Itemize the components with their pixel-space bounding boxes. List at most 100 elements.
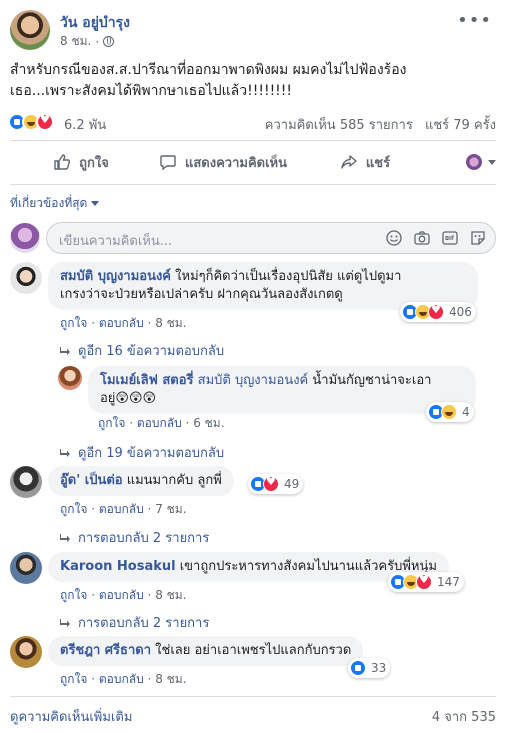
love-reaction-icon — [416, 573, 432, 590]
comment-reply-link[interactable]: ตอบกลับ — [137, 416, 182, 430]
reaction-icons[interactable] — [8, 113, 54, 131]
comment-composer[interactable]: เขียนความคิดเห็น... — [46, 222, 496, 254]
comment-time[interactable]: 6 ชม. — [193, 416, 224, 430]
comment-button[interactable]: แสดงความคิดเห็น — [152, 152, 294, 173]
emoji-icon[interactable] — [385, 229, 403, 247]
reply-arrow-icon — [60, 618, 70, 627]
view-replies-label: การตอบกลับ 2 รายการ — [78, 531, 210, 546]
thumbs-up-icon — [54, 154, 71, 170]
comment-bubble: โมเมย์เลิฟ สตอรี่ สมบัติ บุญงามอนงค์ น้ำ… — [88, 366, 476, 414]
viewer-avatar — [10, 223, 40, 253]
view-more-comments-link[interactable]: ดูความคิดเห็นเพิ่มเติม — [10, 706, 132, 727]
globe-icon — [103, 36, 115, 47]
comment-reactions-badge[interactable]: 33 — [348, 658, 391, 678]
commenter-name[interactable]: ตรีชฎา ศรีธาดา — [60, 643, 151, 658]
comments-count-link[interactable]: ความคิดเห็น 585 รายการ — [265, 118, 413, 133]
comment-time[interactable]: 8 ชม. — [155, 588, 186, 602]
comments-pager: 4 จาก 535 — [431, 710, 496, 725]
view-replies-link[interactable]: การตอบกลับ 2 รายการ — [60, 612, 209, 633]
comment-time[interactable]: 7 ชม. — [155, 502, 186, 516]
viewer-avatar — [466, 154, 482, 170]
comment-reply-link[interactable]: ตอบกลับ — [99, 316, 144, 330]
view-replies-link[interactable]: การตอบกลับ 2 รายการ — [60, 527, 209, 548]
comment-input[interactable]: เขียนความคิดเห็น... — [59, 230, 172, 251]
reply-arrow-icon — [60, 346, 70, 355]
comment-like-link[interactable]: ถูกใจ — [60, 588, 87, 602]
tagged-user[interactable]: สมบัติ บุญงามอนงค์ — [194, 373, 309, 388]
comment-filter-label: ที่เกี่ยวข้องที่สุด — [10, 196, 88, 210]
post-stats: ความคิดเห็น 585 รายการ แชร์ 79 ครั้ง — [265, 114, 496, 135]
view-replies-link[interactable]: ดูอีก 19 ข้อความตอบกลับ — [60, 442, 224, 463]
view-replies-label: ดูอีก 16 ข้อความตอบกลับ — [78, 344, 225, 359]
post-actions-bar: ถูกใจ แสดงความคิดเห็น แชร์ — [10, 146, 496, 178]
comment-filter-dropdown[interactable]: ที่เกี่ยวข้องที่สุด — [10, 194, 100, 213]
share-button-label: แชร์ — [365, 155, 391, 171]
comment-reaction-count: 4 — [462, 405, 470, 419]
comment: Karoon Hosakul เขาถูกประหารทางสังคมไปนาน… — [10, 552, 496, 608]
reply-arrow-icon — [60, 448, 70, 457]
more-dots-icon[interactable]: ••• — [457, 10, 492, 31]
comment-bubble: อู๊ด' เป็นต่อ แมนมากคับ ลูกพี่ — [48, 466, 234, 496]
sticker-icon[interactable] — [469, 229, 487, 247]
comment: ตรีชฎา ศรีธาดา ใช่เลย อย่าเอาเพชรไปแลกกั… — [10, 636, 496, 692]
comment-text: ใช่เลย อย่าเอาเพชรไปแลกกับกรวด — [151, 643, 352, 658]
comment-time[interactable]: 8 ชม. — [155, 316, 186, 330]
view-replies-label: การตอบกลับ 2 รายการ — [78, 616, 210, 631]
comment-like-link[interactable]: ถูกใจ — [60, 502, 87, 516]
comment-reactions-badge[interactable]: 147 — [388, 572, 464, 592]
profile-selector[interactable] — [436, 154, 496, 170]
like-button-label: ถูกใจ — [79, 155, 109, 171]
commenter-name[interactable]: อู๊ด' เป็นต่อ — [60, 473, 123, 488]
comment-text: เกรงว่าจะป่วยหรือเปล่าครับ ฝากคุณวันลองส… — [60, 287, 343, 302]
love-reaction-icon — [36, 113, 54, 131]
comment-time[interactable]: 8 ชม. — [155, 672, 186, 686]
commenter-avatar[interactable] — [10, 636, 42, 668]
comment-like-link[interactable]: ถูกใจ — [60, 672, 87, 686]
commenter-avatar[interactable] — [10, 552, 42, 584]
commenter-name[interactable]: Karoon Hosakul — [60, 559, 176, 574]
comment-reactions-badge[interactable]: 4 — [426, 402, 474, 422]
comment-reactions-badge[interactable]: 406 — [400, 302, 476, 322]
comment-bubble: ตรีชฎา ศรีธาดา ใช่เลย อย่าเอาเพชรไปแลกกั… — [48, 636, 364, 666]
composer-tools — [385, 229, 487, 247]
comment-reply-link[interactable]: ตอบกลับ — [99, 588, 144, 602]
reply-comment: โมเมย์เลิฟ สตอรี่ สมบัติ บุญงามอนงค์ น้ำ… — [58, 366, 496, 436]
comment-text: น้ำมันกัญชาน่าจะเอา — [308, 373, 432, 388]
comment-button-label: แสดงความคิดเห็น — [184, 155, 287, 171]
post-meta: 8 ชม. · — [60, 32, 115, 51]
comment-reply-link[interactable]: ตอบกลับ — [99, 672, 144, 686]
author-avatar[interactable] — [10, 10, 50, 50]
comment-reaction-count: 49 — [284, 477, 300, 491]
post-text: สำหรับกรณีของส.ส.ปารีณาที่ออกมาพาดพิงผม … — [10, 60, 496, 102]
comment-like-link[interactable]: ถูกใจ — [60, 316, 87, 330]
commenter-avatar[interactable] — [10, 466, 42, 498]
comment-reaction-count: 147 — [437, 575, 460, 589]
share-arrow-icon — [341, 155, 357, 169]
comment-text: ใหม่ๆก็คิดว่าเป็นเรื่องอุปนิสัย แต่ดูไปด… — [171, 269, 402, 284]
shares-count-link[interactable]: แชร์ 79 ครั้ง — [425, 118, 496, 133]
comment-actions: ถูกใจ · ตอบกลับ · 8 ชม. — [60, 588, 187, 602]
comment-reply-link[interactable]: ตอบกลับ — [99, 502, 144, 516]
view-replies-link[interactable]: ดูอีก 16 ข้อความตอบกลับ — [60, 340, 224, 361]
commenter-name[interactable]: สมบัติ บุญงามอนงค์ — [60, 269, 171, 284]
comment-text: อยู่😲😲😲 — [100, 391, 157, 406]
divider — [10, 140, 496, 141]
commenter-name[interactable]: โมเมย์เลิฟ สตอรี่ — [100, 373, 194, 388]
gif-icon[interactable] — [441, 229, 459, 247]
comment-bubble-icon — [160, 155, 176, 171]
post-time[interactable]: 8 ชม. — [60, 32, 91, 51]
commenter-avatar[interactable] — [10, 262, 42, 294]
camera-icon[interactable] — [413, 229, 431, 247]
post-author-name[interactable]: วัน อยู่บำรุง — [60, 12, 130, 34]
share-button[interactable]: แชร์ — [294, 152, 436, 173]
comment: สมบัติ บุญงามอนงค์ ใหม่ๆก็คิดว่าเป็นเรื่… — [10, 262, 496, 332]
chevron-down-icon — [91, 201, 100, 206]
commenter-avatar[interactable] — [58, 366, 82, 390]
comment-text: แมนมากคับ ลูกพี่ — [122, 473, 222, 488]
comment-like-link[interactable]: ถูกใจ — [98, 416, 125, 430]
comment-reaction-count: 33 — [371, 661, 387, 675]
comment-reactions-badge[interactable]: 49 — [248, 474, 304, 494]
comment-actions: ถูกใจ · ตอบกลับ · 8 ชม. — [60, 672, 187, 686]
like-button[interactable]: ถูกใจ — [10, 152, 152, 173]
reaction-count[interactable]: 6.2 พัน — [64, 114, 106, 135]
